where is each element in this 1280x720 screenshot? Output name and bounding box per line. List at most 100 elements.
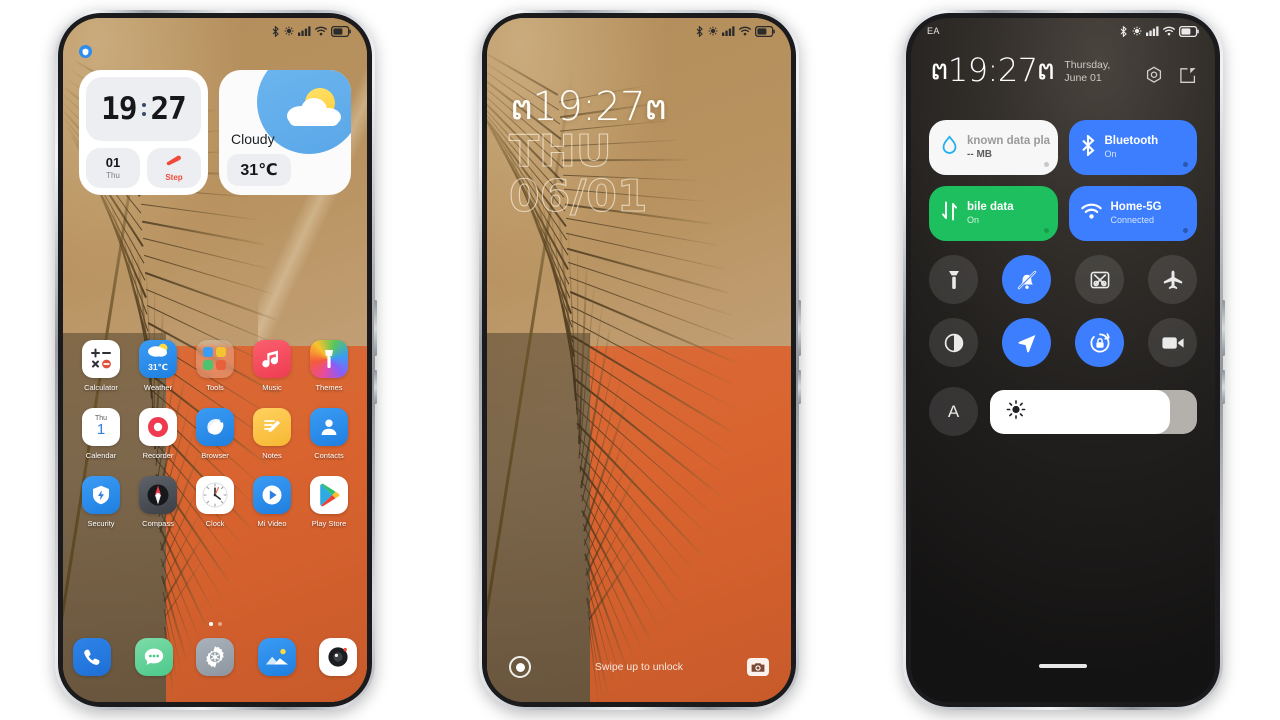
phone-icon[interactable]: [73, 638, 111, 676]
app-recorder[interactable]: Recorder: [130, 408, 186, 460]
app-clock[interactable]: Clock: [187, 476, 243, 528]
bluetooth-icon: [1081, 133, 1096, 161]
phone-home-screen: 19 27 01 Thu Step Cloudy 31℃ Calculator …: [55, 10, 377, 710]
notes-icon: [253, 408, 291, 446]
app-play-store[interactable]: Play Store: [301, 476, 357, 528]
toggle-airplane-mode[interactable]: [1148, 255, 1197, 304]
settings-hex-icon[interactable]: [1145, 66, 1163, 90]
camera-icon[interactable]: [747, 658, 769, 676]
status-icons: [696, 25, 775, 37]
auto-brightness-button[interactable]: A: [929, 387, 978, 436]
gallery-icon[interactable]: [257, 638, 296, 676]
app-row-3: Security Compass Clock Mi Video Play Sto…: [73, 476, 357, 528]
weather-icon-temp: 31℃: [148, 362, 168, 372]
volume-button[interactable]: [374, 300, 377, 356]
app-calendar[interactable]: Thu 1 Calendar: [73, 408, 129, 460]
app-label: Play Store: [311, 519, 347, 528]
cloud-icon: [287, 98, 341, 126]
tile-expand-dot[interactable]: [1043, 228, 1049, 233]
tile-title: Bluetooth: [1104, 135, 1159, 148]
lockscreen-date-numeric: 06/01: [508, 171, 648, 223]
control-center-clock: ຕ 19:27 ຕ: [931, 54, 1055, 86]
app-grid: Calculator 31℃ Weather Tools Music Theme…: [73, 340, 357, 544]
app-notes[interactable]: Notes: [244, 408, 300, 460]
app-themes[interactable]: Themes: [301, 340, 357, 392]
toggle-location[interactable]: [1002, 318, 1051, 367]
control-center-body: known data pla -- MB Bluetooth On bile d…: [929, 120, 1197, 436]
edit-icon[interactable]: [1179, 66, 1197, 90]
tile-expand-dot[interactable]: [1043, 162, 1049, 167]
tile-subtitle: On: [1104, 148, 1117, 159]
toggle-silent-mode[interactable]: [1002, 255, 1051, 304]
calendar-daynum: 1: [96, 421, 106, 439]
tools-folder-icon: [196, 340, 234, 378]
page-indicator[interactable]: [63, 622, 367, 626]
app-label: Clock: [205, 519, 225, 528]
toggle-flashlight[interactable]: [929, 255, 978, 304]
battery-icon: [755, 25, 775, 37]
brightness-slider[interactable]: [990, 389, 1197, 434]
app-compass[interactable]: Compass: [130, 476, 186, 528]
fingerprint-icon[interactable]: [509, 656, 531, 678]
app-security[interactable]: Security: [73, 476, 129, 528]
wifi-icon: [739, 26, 751, 36]
weather-widget[interactable]: Cloudy 31℃: [219, 70, 351, 195]
unlock-hint: Swipe up to unlock: [594, 661, 684, 673]
clock-widget-subrow: 01 Thu Step: [86, 148, 201, 188]
app-mi-video[interactable]: Mi Video: [244, 476, 300, 528]
messages-icon[interactable]: [134, 638, 173, 676]
clock-widget[interactable]: 19 27 01 Thu Step: [79, 70, 208, 195]
clock-glyph-right: ຕ: [1037, 54, 1055, 86]
volume-button[interactable]: [798, 300, 801, 356]
frond-blade: [140, 204, 258, 221]
tile-expand-dot[interactable]: [1183, 228, 1188, 233]
toggle-rotation-lock[interactable]: [1075, 318, 1124, 367]
app-label: Calendar: [85, 451, 117, 460]
step-widget[interactable]: Step: [147, 148, 201, 188]
toggle-screenshot[interactable]: [1075, 255, 1124, 304]
app-music[interactable]: Music: [244, 340, 300, 392]
notification-badge-icon[interactable]: [79, 45, 92, 58]
phone1-screen: 19 27 01 Thu Step Cloudy 31℃ Calculator …: [63, 18, 367, 702]
power-button[interactable]: [1222, 370, 1225, 404]
app-calculator[interactable]: Calculator: [73, 340, 129, 392]
tile-wifi[interactable]: Home-5G Connected: [1068, 186, 1197, 241]
tile-expand-dot[interactable]: [1183, 162, 1188, 167]
volume-button[interactable]: [1222, 300, 1225, 356]
app-label: Recorder: [142, 451, 174, 460]
settings-gear-icon[interactable]: [196, 638, 234, 676]
app-browser[interactable]: Browser: [187, 408, 243, 460]
toggle-row-2: [929, 318, 1197, 367]
app-tools[interactable]: Tools: [187, 340, 243, 392]
phone-control-center: EA ຕ 19:27 ຕ Thursday, June 01 known dat…: [903, 10, 1225, 710]
tile-mobile-data[interactable]: bile data On: [929, 186, 1058, 241]
dock: [73, 638, 357, 676]
brightness-row: A: [929, 387, 1197, 436]
tile-bluetooth[interactable]: Bluetooth On: [1068, 120, 1197, 175]
app-weather[interactable]: 31℃ Weather: [130, 340, 186, 392]
data-drop-icon: [941, 134, 958, 161]
date-widget[interactable]: 01 Thu: [86, 148, 140, 188]
app-label: Contacts: [314, 451, 344, 460]
status-icons: [272, 25, 351, 37]
toggle-dark-mode[interactable]: [929, 318, 978, 367]
lockscreen-clock: ຕ 19:27 ຕ: [511, 84, 667, 130]
phone3-screen: EA ຕ 19:27 ຕ Thursday, June 01 known dat…: [911, 18, 1215, 702]
clock-time: 19:27: [532, 84, 646, 130]
browser-icon: [196, 408, 234, 446]
power-button[interactable]: [798, 370, 801, 404]
lockscreen-bottom-bar: Swipe up to unlock: [487, 650, 791, 684]
recorder-icon: [139, 408, 177, 446]
app-label: Calculator: [84, 383, 118, 392]
tile-data-usage[interactable]: known data pla -- MB: [929, 120, 1058, 175]
app-contacts[interactable]: Contacts: [301, 408, 357, 460]
nfc-icon: [1132, 26, 1142, 36]
camera-icon[interactable]: [319, 638, 357, 676]
power-button[interactable]: [374, 370, 377, 404]
toggle-screen-recorder[interactable]: [1148, 318, 1197, 367]
control-center-date: Thursday, June 01: [1064, 54, 1110, 86]
signal-icon: [722, 26, 735, 36]
home-indicator[interactable]: [1039, 664, 1087, 668]
phone-lock-screen: ຕ 19:27 ຕ THU 06/01 Swipe up to unlock: [479, 10, 801, 710]
widget-row: 19 27 01 Thu Step Cloudy 31℃: [79, 70, 351, 195]
